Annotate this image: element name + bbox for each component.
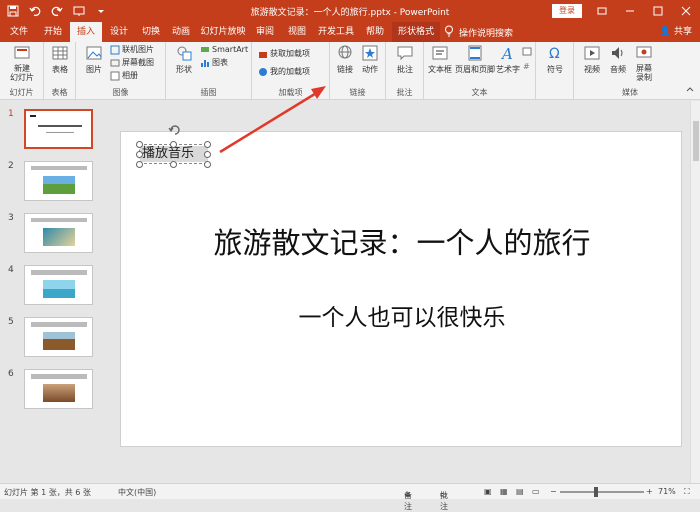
zoom-in-icon[interactable]: + <box>646 487 653 496</box>
status-bar: 幻灯片 第 1 张，共 6 张 中文(中国) ≡ 备注 ▭ 批注 ▣ ▦ ▤ ▭… <box>0 483 700 511</box>
language[interactable]: 中文(中国) <box>118 487 156 498</box>
zoom-level[interactable]: 71% <box>658 487 676 496</box>
normal-view-icon[interactable]: ▣ <box>484 487 492 496</box>
vertical-scrollbar[interactable] <box>690 101 700 483</box>
zoom-slider[interactable] <box>560 487 644 497</box>
scrollbar-thumb[interactable] <box>693 121 699 161</box>
slide-sorter-icon[interactable]: ▦ <box>500 487 508 496</box>
zoom-knob[interactable] <box>594 487 598 497</box>
slideshow-view-icon[interactable]: ▭ <box>532 487 540 496</box>
annotation-arrow <box>219 86 326 154</box>
reading-view-icon[interactable]: ▤ <box>516 487 524 496</box>
fit-slide-icon[interactable]: ⛶ <box>684 487 690 497</box>
slide-count: 幻灯片 第 1 张，共 6 张 <box>4 488 91 497</box>
zoom-out-icon[interactable]: − <box>550 487 557 496</box>
